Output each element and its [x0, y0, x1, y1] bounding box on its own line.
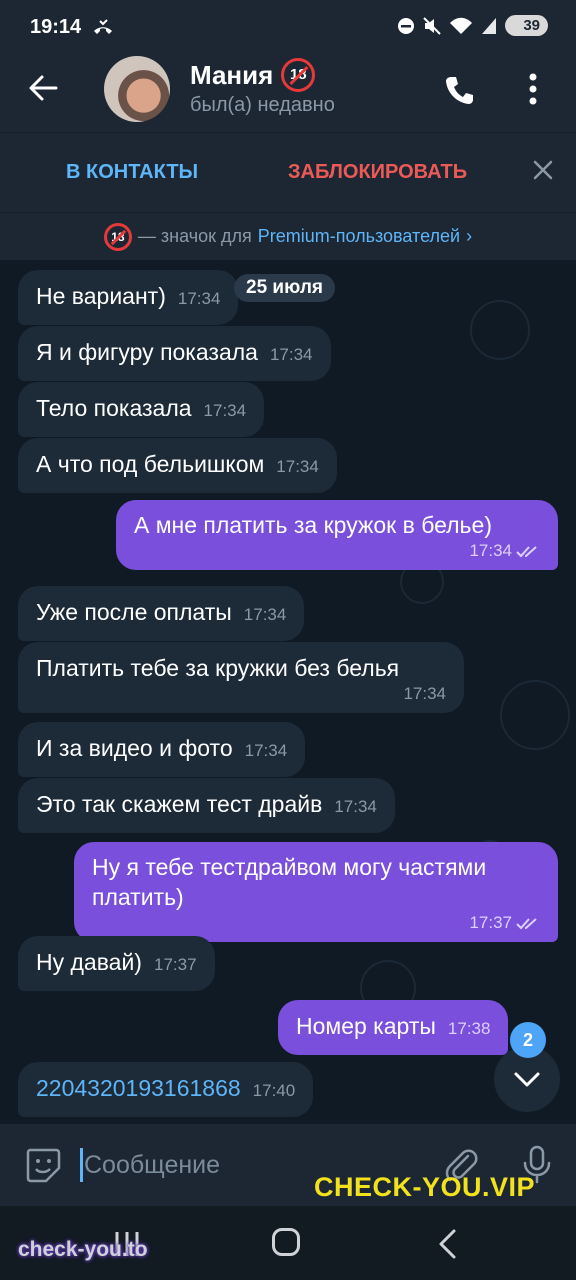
- nav-back-icon[interactable]: [436, 1228, 458, 1265]
- background-doodle: [500, 680, 570, 750]
- message-text: Ну я тебе тестдрайвом могу частями плати…: [92, 854, 487, 910]
- chevron-right-icon: ›: [466, 226, 473, 246]
- premium-notice-text: — значок для: [137, 226, 252, 246]
- status-bar: 19:14 39: [0, 0, 576, 54]
- background-doodle: [470, 300, 530, 360]
- message-outgoing[interactable]: Ну я тебе тестдрайвом могу частями плати…: [74, 842, 558, 942]
- message-outgoing[interactable]: Номер карты 17:38: [278, 1000, 509, 1055]
- unread-count-badge: 2: [510, 1022, 546, 1058]
- mute-icon: [423, 16, 442, 35]
- message-time: 17:34: [269, 345, 313, 364]
- message-time: 17:40: [252, 1081, 296, 1100]
- message-time: 17:38: [447, 1019, 491, 1038]
- message-time: 17:34: [469, 541, 512, 560]
- text-cursor: [80, 1148, 83, 1182]
- message-incoming[interactable]: Ну давай) 17:37: [18, 936, 215, 991]
- premium-18-badge-icon: 18: [103, 222, 132, 251]
- message-text: Это так скажем тест драйв: [36, 791, 323, 817]
- premium-18-badge-icon: 18: [281, 58, 316, 92]
- message-outgoing[interactable]: А мне платить за кружок в белье) 17:34: [116, 500, 558, 570]
- message-incoming[interactable]: Я и фигуру показала 17:34: [18, 326, 331, 381]
- message-incoming[interactable]: Платить тебе за кружки без белья 17:34: [18, 642, 464, 713]
- message-time: 17:34: [403, 684, 446, 703]
- message-incoming[interactable]: Это так скажем тест драйв 17:34: [18, 778, 395, 833]
- status-icons: 39: [397, 15, 548, 36]
- wifi-icon: [450, 17, 473, 34]
- sticker-icon[interactable]: [24, 1146, 62, 1189]
- message-time: 17:37: [469, 913, 512, 932]
- block-user-button[interactable]: ЗАБЛОКИРОВАТЬ: [288, 161, 467, 184]
- message-text: Ну давай): [36, 949, 142, 975]
- message-text: Тело показала: [36, 395, 192, 421]
- message-time: 17:34: [203, 401, 247, 420]
- watermark-text: check-you.to: [18, 1238, 148, 1261]
- premium-notice[interactable]: 18 — значок для Premium-пользователей ›: [0, 212, 576, 260]
- missed-call-icon: [92, 18, 114, 43]
- message-incoming[interactable]: Не вариант) 17:34: [18, 270, 239, 325]
- message-time: 17:34: [244, 741, 288, 760]
- double-check-icon: [516, 545, 537, 557]
- message-text: А мне платить за кружок в белье): [134, 512, 492, 538]
- message-text: И за видео и фото: [36, 735, 233, 761]
- more-vertical-icon[interactable]: [528, 72, 538, 111]
- close-icon[interactable]: [532, 159, 554, 186]
- battery-indicator: 39: [505, 15, 548, 36]
- message-text: Я и фигуру показала: [36, 339, 258, 365]
- message-time: 17:34: [334, 797, 377, 816]
- date-separator: 25 июля: [234, 274, 336, 302]
- last-seen-status: был(а) недавно: [190, 94, 335, 116]
- message-time: 17:34: [243, 605, 287, 624]
- phone-icon[interactable]: [444, 74, 476, 111]
- card-number-link[interactable]: 2204320193161868: [36, 1075, 241, 1101]
- signal-icon: [482, 17, 497, 34]
- message-text: Не вариант): [36, 283, 166, 309]
- double-check-icon: [516, 917, 537, 929]
- contact-name: Мания: [190, 59, 274, 90]
- message-incoming[interactable]: И за видео и фото 17:34: [18, 722, 306, 777]
- message-text: Номер карты: [296, 1013, 436, 1039]
- avatar[interactable]: [104, 56, 170, 122]
- message-incoming[interactable]: Уже после оплаты 17:34: [18, 586, 305, 641]
- message-incoming[interactable]: Тело показала 17:34: [18, 382, 265, 437]
- contact-name-row[interactable]: Мания 18: [190, 58, 316, 92]
- dnd-icon: [398, 17, 415, 34]
- message-time: 17:34: [276, 457, 319, 476]
- message-time: 17:34: [177, 289, 221, 308]
- message-text: Уже после оплаты: [36, 599, 232, 625]
- message-text: А что под бельишком: [36, 451, 265, 477]
- spam-action-bar: В КОНТАКТЫ ЗАБЛОКИРОВАТЬ: [0, 132, 576, 212]
- watermark-text: CHECK-YOU.VIP: [314, 1172, 536, 1202]
- premium-link[interactable]: Premium-пользователей: [258, 226, 460, 247]
- message-text: Платить тебе за кружки без белья: [36, 655, 400, 681]
- add-contact-button[interactable]: В КОНТАКТЫ: [66, 161, 198, 184]
- home-icon[interactable]: [272, 1228, 300, 1256]
- status-time: 19:14: [30, 16, 82, 38]
- message-list[interactable]: Не вариант) 17:34 25 июля Я и фигуру пока…: [0, 260, 576, 1124]
- message-incoming[interactable]: 2204320193161868 17:40: [18, 1062, 314, 1117]
- message-incoming[interactable]: А что под бельишком 17:34: [18, 438, 337, 493]
- back-arrow-icon[interactable]: [28, 74, 58, 107]
- message-time: 17:37: [153, 955, 197, 974]
- chat-header: Мания 18 был(а) недавно: [0, 54, 576, 132]
